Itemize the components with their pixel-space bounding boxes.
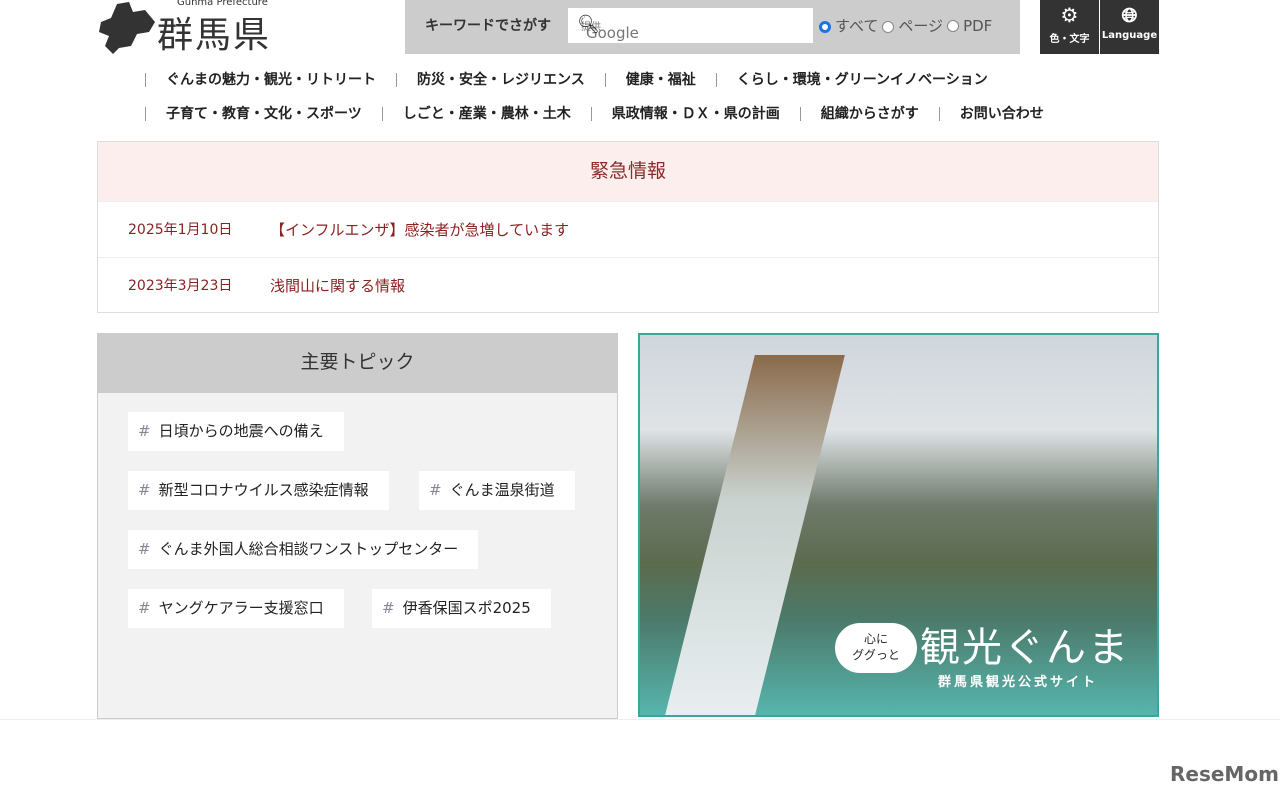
main-nav-row1: ぐんまの魅力・観光・リトリート 防災・安全・レジリエンス 健康・福祉 くらし・環… (145, 73, 1008, 87)
nav-item[interactable]: しごと・産業・農林・土木 (381, 107, 591, 121)
hash-icon: # (138, 540, 151, 558)
topic-tag[interactable]: # 伊香保国スポ2025 (372, 589, 551, 628)
topics-panel: 主要トピック # 日頃からの地震への備え # 新型コロナウイルス感染症情報 # ぐんま… (97, 333, 618, 719)
divider (0, 719, 1280, 720)
emergency-title: 緊急情報 (98, 142, 1158, 201)
emergency-panel: 緊急情報 2025年1月10日 【インフルエンザ】感染者が急増しています 202… (97, 141, 1159, 313)
hash-icon: # (382, 599, 395, 617)
resemom-watermark: ReseMom (1170, 762, 1279, 786)
language-button[interactable]: 🌐︎ Language (1100, 0, 1159, 54)
hot-spring-image (665, 355, 845, 715)
hash-icon: # (429, 481, 442, 499)
color-text-button[interactable]: ⚙ 色・文字 (1040, 0, 1099, 54)
gear-icon: ⚙ (1060, 3, 1079, 27)
nav-item[interactable]: 防災・安全・レジリエンス (396, 73, 605, 87)
search-icon[interactable]: 🔍︎ (577, 14, 805, 35)
color-text-label: 色・文字 (1049, 34, 1090, 45)
nav-item[interactable]: ぐんまの魅力・観光・リトリート (145, 73, 396, 87)
main-nav-row2: 子育て・教育・文化・スポーツ しごと・産業・農林・土木 県政情報・ＤＸ・県の計画… (145, 107, 1064, 121)
tourism-banner[interactable]: 心に ググっと 観光ぐんま 群馬県観光公式サイト (638, 333, 1159, 717)
speech-bubble: 心に ググっと (835, 623, 917, 673)
emergency-item: 2025年1月10日 【インフルエンザ】感染者が急増しています (98, 201, 1158, 257)
language-label: Language (1101, 30, 1158, 41)
globe-icon: 🌐︎ (1121, 3, 1138, 27)
emergency-item: 2023年3月23日 浅間山に関する情報 (98, 257, 1158, 313)
emergency-date: 2023年3月23日 (128, 278, 233, 294)
site-logo[interactable]: Gunma Prefecture 群馬県 (97, 0, 297, 56)
banner-subtitle: 群馬県観光公式サイト (938, 675, 1099, 690)
banner-title: 観光ぐんま (920, 625, 1130, 671)
topic-tag[interactable]: # 日頃からの地震への備え (128, 412, 344, 451)
topic-tag[interactable]: # 新型コロナウイルス感染症情報 (128, 471, 389, 510)
nav-item[interactable]: くらし・環境・グリーンイノベーション (715, 73, 1008, 87)
search-input[interactable]: Google 提供 🔍︎ (568, 8, 813, 43)
topics-title: 主要トピック (98, 334, 617, 393)
radio-pdf[interactable]: PDF (947, 17, 992, 35)
hash-icon: # (138, 481, 151, 499)
search-label: キーワードでさがす (425, 18, 551, 34)
gunma-map-icon (99, 2, 155, 54)
topic-tag[interactable]: # ぐんま温泉街道 (419, 471, 575, 510)
nav-item[interactable]: 健康・福祉 (604, 73, 716, 87)
emergency-link[interactable]: 浅間山に関する情報 (270, 275, 405, 296)
search-bar: キーワードでさがす Google 提供 🔍︎ すべて ページ PDF (405, 0, 1020, 54)
hash-icon: # (138, 599, 151, 617)
radio-page[interactable]: ページ (882, 15, 943, 36)
radio-all[interactable]: すべて (819, 15, 878, 36)
logo-name: 群馬県 (157, 15, 272, 56)
topic-tag[interactable]: # ヤングケアラー支援窓口 (128, 589, 344, 628)
topic-tag[interactable]: # ぐんま外国人総合相談ワンストップセンター (128, 530, 479, 569)
hash-icon: # (138, 422, 151, 440)
emergency-link[interactable]: 【インフルエンザ】感染者が急増しています (270, 219, 569, 240)
emergency-date: 2025年1月10日 (128, 222, 233, 238)
nav-item[interactable]: 子育て・教育・文化・スポーツ (145, 107, 382, 121)
search-scope: すべて ページ PDF (819, 15, 992, 36)
nav-item[interactable]: 県政情報・ＤＸ・県の計画 (590, 107, 800, 121)
nav-item[interactable]: 組織からさがす (799, 107, 939, 121)
nav-item[interactable]: お問い合わせ (938, 107, 1064, 121)
